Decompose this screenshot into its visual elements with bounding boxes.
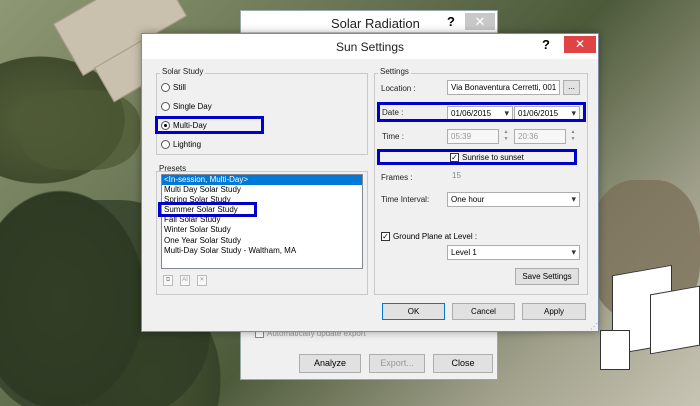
frames-label: Frames : [381, 173, 413, 182]
settings-label: Settings [378, 67, 411, 76]
time-label: Time : [382, 132, 404, 141]
highlight-date [377, 102, 586, 122]
analyze-button[interactable]: Analyze [299, 354, 361, 373]
solar-radiation-titlebar: Solar Radiation ? ✕ [241, 11, 497, 33]
resize-grip-icon[interactable]: ⋰ [590, 322, 698, 404]
save-settings-button[interactable]: Save Settings [515, 268, 579, 285]
list-item[interactable]: Winter Solar Study [162, 225, 362, 235]
radio-icon [161, 102, 170, 111]
duplicate-icon[interactable]: ⧉ [163, 275, 173, 286]
apply-button[interactable]: Apply [522, 303, 586, 320]
location-label: Location : [381, 84, 416, 93]
radio-icon [161, 83, 170, 92]
frames-value: 15 [452, 171, 461, 180]
radio-still[interactable]: Still [161, 83, 186, 92]
time-from-field[interactable]: 05:39 [447, 129, 499, 144]
radio-lighting[interactable]: Lighting [161, 140, 201, 149]
interval-value: One hour [451, 195, 485, 204]
highlight-multi-day [155, 116, 264, 134]
presets-list[interactable]: <In-session, Multi-Day> Multi Day Solar … [161, 174, 363, 269]
list-item[interactable]: One Year Solar Study [162, 236, 362, 246]
highlight-summer [158, 202, 257, 217]
help-icon[interactable]: ? [447, 14, 455, 29]
location-browse-button[interactable]: ... [563, 80, 580, 95]
radio-single-day-label: Single Day [173, 102, 212, 111]
cancel-button[interactable]: Cancel [452, 303, 515, 320]
radio-single-day[interactable]: Single Day [161, 102, 212, 111]
ground-plane-checkbox[interactable]: ✓ Ground Plane at Level : [381, 232, 477, 241]
radio-icon [161, 140, 170, 149]
list-item[interactable]: <In-session, Multi-Day> [162, 175, 362, 186]
presets-label: Presets [159, 164, 187, 173]
dialog-title: Sun Settings [335, 40, 405, 54]
close-icon[interactable]: ✕ [465, 13, 495, 30]
ground-plane-label: Ground Plane at Level : [393, 232, 478, 241]
close-button[interactable]: Close [433, 354, 493, 373]
export-button[interactable]: Export... [369, 354, 425, 373]
list-item[interactable]: Multi-Day Solar Study - Waltham, MA [162, 246, 362, 256]
highlight-sunrise [377, 149, 577, 165]
radio-still-label: Still [173, 83, 186, 92]
interval-label: Time Interval: [381, 195, 430, 204]
delete-icon[interactable]: ✕ [197, 275, 207, 286]
location-field[interactable]: Via Bonaventura Cerretti, 001 [447, 80, 560, 95]
help-icon[interactable]: ? [542, 37, 550, 52]
solar-study-label: Solar Study [160, 67, 206, 76]
time-to-field[interactable]: 20:36 [514, 129, 566, 144]
solar-radiation-title: Solar Radiation [331, 16, 420, 31]
close-icon[interactable]: ✕ [564, 36, 596, 53]
radio-lighting-label: Lighting [173, 140, 202, 149]
sun-settings-titlebar: Sun Settings ? ✕ [142, 34, 598, 59]
interval-dropdown[interactable]: One hour [447, 192, 580, 207]
rename-icon[interactable]: AI [180, 275, 190, 286]
level-value: Level 1 [451, 248, 477, 257]
checkmark-icon: ✓ [381, 232, 390, 241]
level-dropdown[interactable]: Level 1 [447, 245, 580, 260]
spin-icon[interactable]: ▲ ▼ [569, 129, 577, 144]
list-item[interactable]: Multi Day Solar Study [162, 185, 362, 195]
spin-icon[interactable]: ▲ ▼ [502, 129, 510, 144]
ok-button[interactable]: OK [382, 303, 445, 320]
